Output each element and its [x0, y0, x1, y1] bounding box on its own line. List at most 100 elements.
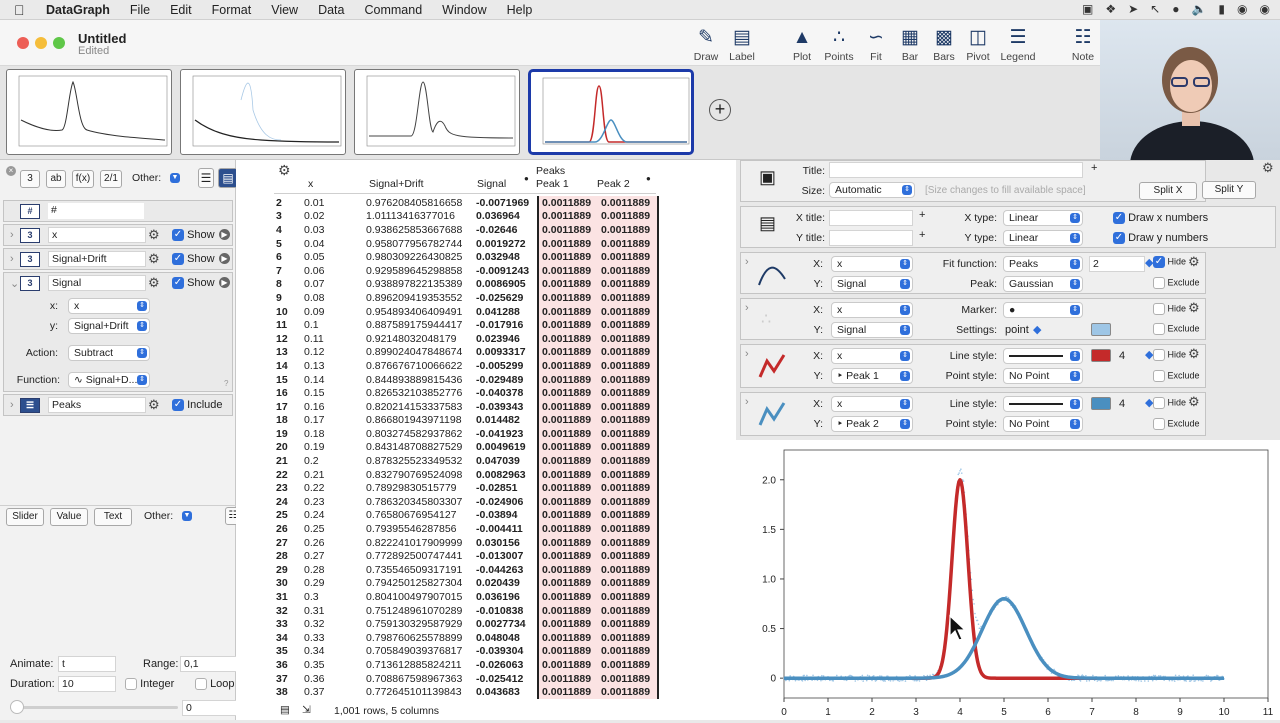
peak-2-cell[interactable]: 0.0011889	[598, 590, 658, 604]
canvas-gear-icon[interactable]: ⚙	[1262, 160, 1274, 176]
row-number-cell[interactable]: 19	[274, 427, 304, 441]
peak-2-cell[interactable]: 0.0011889	[598, 304, 658, 319]
arrow-right-icon[interactable]: ▶	[219, 277, 230, 288]
plot1-x-select[interactable]: x ⇕	[831, 348, 913, 364]
signal-drift-cell[interactable]: 0.938625853667688	[366, 223, 476, 237]
battery-icon[interactable]: ▮	[1218, 2, 1225, 16]
table-row[interactable]: 20 0.19 0.843148708827529 0.0049619 0.001188…	[274, 440, 662, 455]
peak-2-cell[interactable]: 0.0011889	[598, 427, 658, 441]
graph-thumbnail-4-selected[interactable]	[528, 69, 694, 155]
peak-1-cell[interactable]: 0.0011889	[537, 318, 598, 332]
disclosure-icon[interactable]: ›	[745, 256, 749, 268]
peak-1-cell[interactable]: 0.0011889	[537, 440, 598, 455]
peak-1-cell[interactable]: 0.0011889	[537, 549, 598, 564]
column-row-index[interactable]: # #	[3, 200, 233, 222]
integer-checkbox[interactable]: Integer	[125, 678, 174, 691]
animate-field[interactable]: t	[58, 656, 116, 672]
plot1-width-value[interactable]: 4	[1119, 350, 1125, 362]
slider-knob[interactable]	[10, 700, 24, 714]
plot2-y-select[interactable]: ‣ Peak 2 ⇕	[831, 416, 913, 432]
points-y-select[interactable]: Signal ⇕	[831, 322, 913, 338]
signal-drift-cell[interactable]: 0.938897822135389	[366, 278, 476, 292]
row-number-cell[interactable]: 34	[274, 631, 304, 645]
table-row[interactable]: 2 0.01 0.976208405816658 -0.0071969 0.001188…	[274, 196, 662, 210]
signal-drift-cell[interactable]: 0.899024047848674	[366, 346, 476, 360]
plot2-hide-checkbox[interactable]: Hide	[1153, 397, 1186, 409]
peak-1-cell[interactable]: 0.0011889	[537, 209, 598, 224]
help-icon[interactable]: ?	[224, 379, 228, 388]
other-popup-bottom[interactable]: ▼	[176, 509, 194, 525]
header-peak-2[interactable]: Peak 2	[597, 178, 630, 190]
row-number-cell[interactable]: 24	[274, 495, 304, 509]
peak-1-cell[interactable]: 0.0011889	[537, 236, 598, 251]
peak-select[interactable]: Gaussian ⇕	[1003, 276, 1083, 292]
signal-cell[interactable]: 0.030156	[476, 536, 538, 550]
row-number-cell[interactable]: 16	[274, 386, 304, 400]
disclosure-open-icon[interactable]: ⌄	[10, 277, 19, 290]
split-y-button[interactable]: Split Y	[1202, 181, 1256, 199]
text-button[interactable]: Text	[94, 508, 132, 526]
signal-cell[interactable]: 0.023946	[476, 332, 538, 346]
peak-1-cell[interactable]: 0.0011889	[537, 495, 598, 509]
peak-1-cell[interactable]: 0.0011889	[537, 617, 598, 631]
plot2-color-well[interactable]	[1091, 397, 1111, 410]
peak-2-cell[interactable]: 0.0011889	[598, 454, 658, 468]
peak-2-cell[interactable]: 0.0011889	[598, 522, 658, 536]
x-cell[interactable]: 0.37	[304, 685, 366, 699]
signal-cell[interactable]: 0.036196	[476, 590, 538, 604]
table-row[interactable]: 23 0.22 0.78929830515779 -0.02851 0.0011889 0…	[274, 481, 662, 496]
legend-button[interactable]: ☰ Legend	[998, 26, 1038, 63]
header-signal-drift[interactable]: Signal+Drift	[369, 178, 424, 190]
pivot-button[interactable]: ◫ Pivot	[958, 26, 998, 63]
add-token-icon[interactable]: +	[919, 209, 925, 221]
duration-field[interactable]: 10	[58, 676, 116, 692]
signal-drift-cell[interactable]: 0.79395546287856	[366, 522, 476, 536]
row-number-cell[interactable]: 32	[274, 604, 304, 618]
x-cell[interactable]: 0.01	[304, 196, 366, 210]
arrow-app-icon[interactable]: ➤	[1128, 2, 1138, 16]
signal-drift-cell[interactable]: 0.844893889815436	[366, 373, 476, 387]
signal-drift-cell[interactable]: 0.866801943971198	[366, 414, 476, 428]
header-x[interactable]: x	[308, 178, 313, 190]
row-number-cell[interactable]: 8	[274, 278, 304, 292]
x-cell[interactable]: 0.22	[304, 481, 366, 495]
points-color-well[interactable]	[1091, 323, 1111, 336]
table-row[interactable]: 33 0.32 0.759130329587929 0.0027734 0.001188…	[274, 617, 662, 631]
peak-2-cell[interactable]: 0.0011889	[598, 345, 658, 360]
signal-drift-cell[interactable]: 0.954893406409491	[366, 305, 476, 319]
signal-drift-cell[interactable]: 0.843148708827529	[366, 441, 476, 455]
arrow-right-icon[interactable]: ▶	[219, 253, 230, 264]
peak-1-cell[interactable]: 0.0011889	[537, 263, 598, 278]
signal-drift-cell[interactable]: 0.78929830515779	[366, 481, 476, 495]
x-cell[interactable]: 0.04	[304, 237, 366, 251]
app-menu[interactable]: DataGraph	[46, 3, 110, 17]
signal-drift-cell[interactable]: 0.735546509317191	[366, 563, 476, 577]
x-cell[interactable]: 0.28	[304, 563, 366, 577]
table-row[interactable]: 28 0.27 0.772892500747441 -0.013007 0.001188…	[274, 549, 662, 564]
peak-1-cell[interactable]: 0.0011889	[537, 522, 598, 536]
menu-data[interactable]: Data	[318, 3, 344, 17]
row-number-cell[interactable]: 25	[274, 509, 304, 523]
signal-drift-cell[interactable]: 0.929589645298858	[366, 264, 476, 278]
signal-cell[interactable]: -0.039304	[476, 645, 538, 659]
peak-1-cell[interactable]: 0.0011889	[537, 603, 598, 618]
x-cell[interactable]: 0.31	[304, 604, 366, 618]
signal-drift-cell[interactable]: 0.826532103852776	[366, 386, 476, 400]
close-panel-icon[interactable]: ×	[6, 166, 16, 176]
points-button[interactable]: ∴ Points	[819, 26, 859, 63]
peak-2-cell[interactable]: 0.0011889	[598, 495, 658, 509]
wifi-icon[interactable]: ◉	[1237, 2, 1247, 16]
split-x-button[interactable]: Split X	[1139, 182, 1197, 200]
size-select[interactable]: Automatic ⇕	[829, 182, 915, 198]
fit-x-select[interactable]: x ⇕	[831, 256, 913, 272]
resize-icon[interactable]: ⇲	[302, 704, 311, 716]
x-cell[interactable]: 0.21	[304, 468, 366, 482]
signal-drift-cell[interactable]: 0.822241017909999	[366, 536, 476, 550]
x-cell[interactable]: 0.1	[304, 318, 366, 332]
table-row[interactable]: 19 0.18 0.803274582937862 -0.041923 0.001188…	[274, 427, 662, 441]
peaks-column-name[interactable]: Peaks	[48, 397, 146, 413]
x-cell[interactable]: 0.3	[304, 590, 366, 604]
function-column-button[interactable]: f(x)	[72, 170, 94, 188]
table-view-icon[interactable]: ▤	[218, 168, 238, 188]
arrow-right-icon[interactable]: ▶	[219, 229, 230, 240]
